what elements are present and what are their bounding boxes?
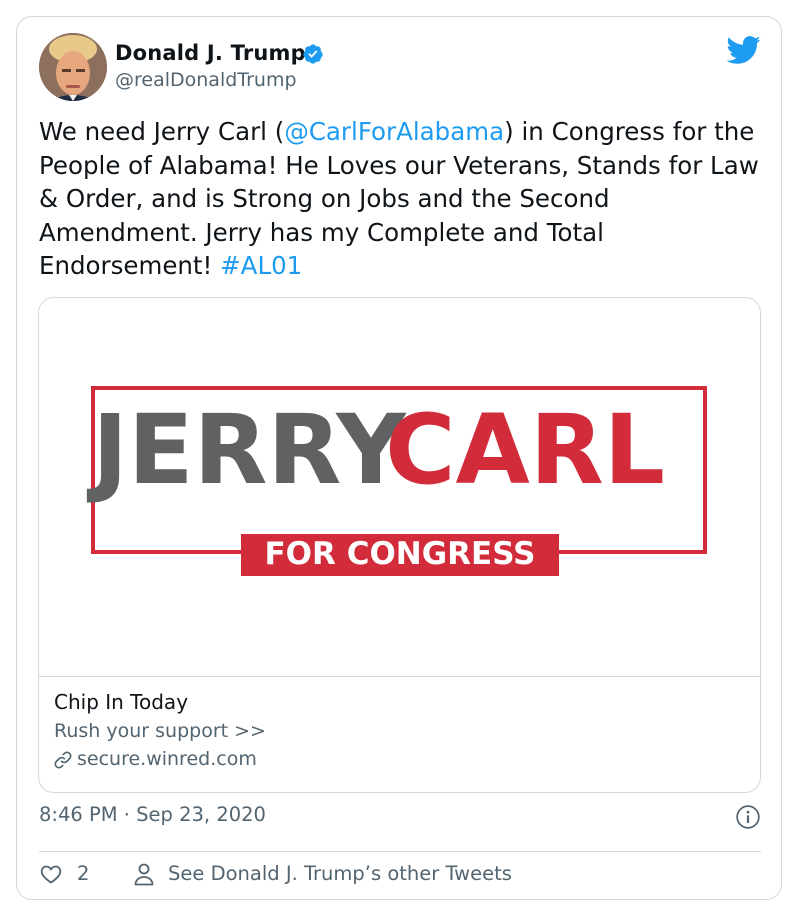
logo-text-right: CARL xyxy=(385,394,665,506)
tweet-text: We need Jerry Carl (@CarlForAlabama) in … xyxy=(39,115,769,283)
link-card[interactable]: JERRY CARL FOR CONGRESS Chip In Today Ru… xyxy=(38,297,761,793)
link-icon xyxy=(54,751,72,769)
card-domain[interactable]: secure.winred.com xyxy=(77,748,257,770)
verified-badge-icon xyxy=(303,44,323,64)
actions-divider xyxy=(39,851,761,852)
info-icon[interactable] xyxy=(735,804,761,830)
person-icon xyxy=(134,863,154,886)
author-handle[interactable]: @realDonaldTrump xyxy=(115,69,297,91)
twitter-bird-icon[interactable] xyxy=(725,35,761,65)
jerry-carl-logo: JERRY CARL FOR CONGRESS xyxy=(86,386,707,576)
avatar[interactable] xyxy=(39,33,107,101)
card-description: Rush your support >> xyxy=(54,720,266,742)
like-count[interactable]: 2 xyxy=(77,862,89,885)
heart-icon[interactable] xyxy=(39,862,63,886)
tweet-text-plain: We need Jerry Carl ( xyxy=(39,117,285,146)
logo-subtitle: FOR CONGRESS xyxy=(265,536,536,572)
card-title[interactable]: Chip In Today xyxy=(54,690,188,714)
author-name[interactable]: Donald J. Trump xyxy=(115,41,306,65)
tweet-timestamp[interactable]: 8:46 PM · Sep 23, 2020 xyxy=(39,803,266,826)
card-divider xyxy=(39,676,760,677)
hashtag-link[interactable]: #AL01 xyxy=(220,251,302,280)
tweet-card: Donald J. Trump @realDonaldTrump We need… xyxy=(16,16,782,900)
logo-text-left: JERRY xyxy=(86,394,407,506)
mention-link[interactable]: @CarlForAlabama xyxy=(284,117,504,146)
card-image[interactable]: JERRY CARL FOR CONGRESS xyxy=(39,298,760,676)
other-tweets-link[interactable]: See Donald J. Trump’s other Tweets xyxy=(168,862,512,885)
